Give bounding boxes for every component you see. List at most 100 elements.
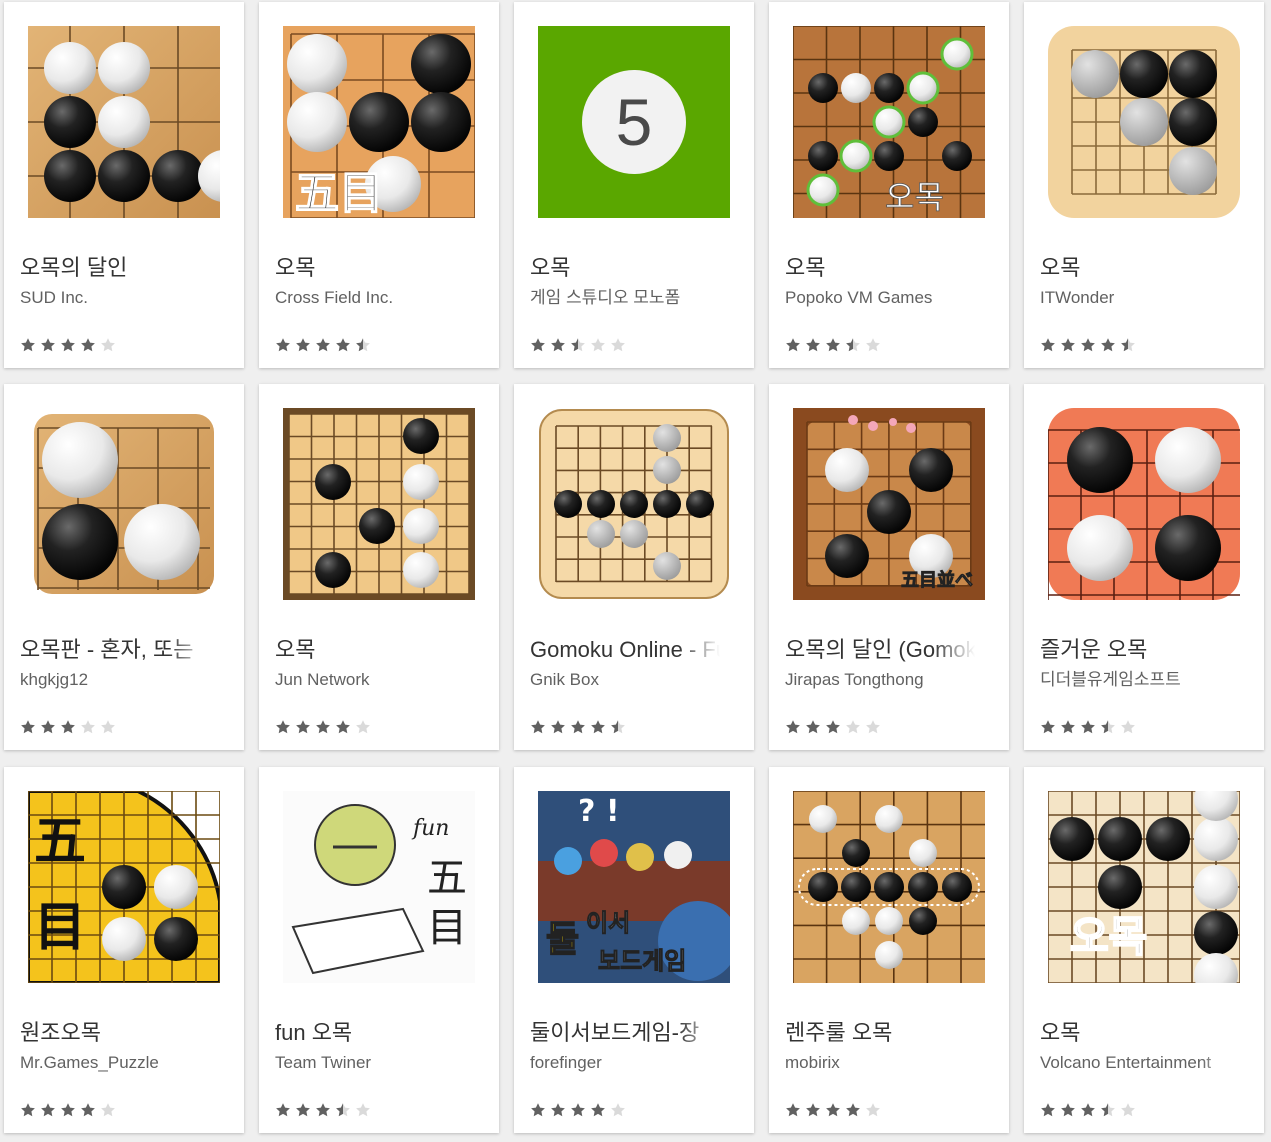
star-icon bbox=[550, 1102, 566, 1122]
app-title[interactable]: 오목의 달인 bbox=[20, 254, 210, 282]
star-icon bbox=[100, 337, 116, 357]
star-icon bbox=[80, 1102, 96, 1122]
star-icon bbox=[805, 337, 821, 357]
app-card[interactable]: 五目 오목 Cross Field Inc. bbox=[259, 2, 499, 368]
star-rating bbox=[275, 337, 371, 357]
star-rating bbox=[785, 719, 881, 739]
omok-board-korean-label-icon[interactable]: 오목 bbox=[793, 26, 985, 218]
app-developer[interactable]: Popoko VM Games bbox=[785, 287, 985, 309]
app-card[interactable]: 오목 오목 Popoko VM Games bbox=[769, 2, 1009, 368]
app-card[interactable]: 오목 오목 Volcano Entertainment bbox=[1024, 767, 1264, 1133]
app-developer[interactable]: 게임 스튜디오 모노폼 bbox=[530, 287, 730, 309]
app-title[interactable]: 오목판 - 혼자, 또는 bbox=[20, 636, 210, 664]
app-card[interactable]: Gomoku Online - Fu Gnik Box bbox=[514, 384, 754, 750]
app-card[interactable]: fun 五 目 fun 오목 Team Twiner bbox=[259, 767, 499, 1133]
app-card[interactable]: 五目並べ 오목의 달인 (Gomok Jirapas Tongthong bbox=[769, 384, 1009, 750]
app-title[interactable]: 오목의 달인 (Gomok bbox=[785, 636, 975, 664]
app-card[interactable]: 五 目 원조오목 Mr.Games_Puzzle bbox=[4, 767, 244, 1133]
star-icon bbox=[355, 337, 371, 357]
star-icon bbox=[1080, 719, 1096, 739]
svg-text:보드게임: 보드게임 bbox=[598, 947, 686, 975]
star-icon bbox=[785, 719, 801, 739]
app-developer[interactable]: mobirix bbox=[785, 1052, 985, 1074]
star-icon bbox=[355, 719, 371, 739]
hand-drawn-gomoku-icon[interactable]: fun 五 目 bbox=[283, 791, 475, 983]
star-rating bbox=[530, 1102, 626, 1122]
star-rating bbox=[20, 337, 116, 357]
orange-board-four-stones-icon[interactable] bbox=[1048, 408, 1240, 600]
app-title[interactable]: 오목 bbox=[275, 636, 465, 664]
big-stones-board-icon[interactable] bbox=[28, 408, 220, 600]
star-icon bbox=[1080, 1102, 1096, 1122]
star-icon bbox=[1120, 719, 1136, 739]
app-card[interactable]: 오목 ITWonder bbox=[1024, 2, 1264, 368]
app-card[interactable]: 오목의 달인 SUD Inc. bbox=[4, 2, 244, 368]
app-title[interactable]: 원조오목 bbox=[20, 1019, 210, 1047]
app-title[interactable]: 오목 bbox=[1040, 1019, 1230, 1047]
app-title[interactable]: 오목 bbox=[275, 254, 465, 282]
app-developer[interactable]: Gnik Box bbox=[530, 669, 730, 691]
app-title[interactable]: 오목 bbox=[785, 254, 975, 282]
app-developer[interactable]: Team Twiner bbox=[275, 1052, 475, 1074]
app-developer[interactable]: 디더블유게임소프트 bbox=[1040, 669, 1240, 691]
board-game-pieces-icon[interactable]: ? ! 둘 이서 보드게임 bbox=[538, 791, 730, 983]
app-card[interactable]: 즐거운 오목디더블유게임소프트 bbox=[1024, 384, 1264, 750]
star-icon bbox=[825, 1102, 841, 1122]
app-title[interactable]: Gomoku Online - Fu bbox=[530, 636, 720, 664]
app-developer[interactable]: khgkjg12 bbox=[20, 669, 220, 691]
app-title[interactable]: 오목 bbox=[1040, 254, 1230, 282]
app-developer[interactable]: Cross Field Inc. bbox=[275, 287, 475, 309]
star-icon bbox=[590, 719, 606, 739]
app-title[interactable]: 오목 bbox=[530, 254, 720, 282]
yellow-quarter-board-kanji-icon[interactable]: 五 目 bbox=[28, 791, 220, 983]
app-developer[interactable]: SUD Inc. bbox=[20, 287, 220, 309]
star-icon bbox=[295, 337, 311, 357]
app-card[interactable]: 5 오목게임 스튜디오 모노폼 bbox=[514, 2, 754, 368]
go-board-closeup-icon[interactable] bbox=[28, 26, 220, 218]
cream-board-omok-label-icon[interactable]: 오목 bbox=[1048, 791, 1240, 983]
app-title[interactable]: 둘이서보드게임-장 bbox=[530, 1019, 720, 1047]
app-developer[interactable]: Mr.Games_Puzzle bbox=[20, 1052, 220, 1074]
star-icon bbox=[80, 719, 96, 739]
star-icon bbox=[1040, 1102, 1056, 1122]
star-icon bbox=[865, 1102, 881, 1122]
star-icon bbox=[40, 1102, 56, 1122]
star-icon bbox=[530, 719, 546, 739]
app-developer[interactable]: ITWonder bbox=[1040, 287, 1240, 309]
app-developer[interactable]: forefinger bbox=[530, 1052, 730, 1074]
star-icon bbox=[825, 719, 841, 739]
app-developer[interactable]: Jun Network bbox=[275, 669, 475, 691]
star-rating bbox=[1040, 1102, 1136, 1122]
star-icon bbox=[590, 337, 606, 357]
gomoku-kanji-stones-icon[interactable]: 五目 bbox=[283, 26, 475, 218]
grey-black-stones-icon[interactable] bbox=[1048, 26, 1240, 218]
framed-go-board-icon[interactable] bbox=[283, 408, 475, 600]
green-number-five-icon[interactable]: 5 bbox=[538, 26, 730, 218]
star-rating bbox=[785, 337, 881, 357]
star-icon bbox=[825, 337, 841, 357]
app-title[interactable]: 렌주룰 오목 bbox=[785, 1019, 975, 1047]
star-icon bbox=[530, 337, 546, 357]
app-developer[interactable]: Jirapas Tongthong bbox=[785, 669, 985, 691]
app-card[interactable]: 렌주룰 오목 mobirix bbox=[769, 767, 1009, 1133]
app-developer[interactable]: Volcano Entertainment bbox=[1040, 1052, 1240, 1074]
star-icon bbox=[40, 719, 56, 739]
star-icon bbox=[60, 337, 76, 357]
star-icon bbox=[805, 1102, 821, 1122]
renju-board-row-icon[interactable] bbox=[793, 791, 985, 983]
star-icon bbox=[610, 719, 626, 739]
app-card[interactable]: ? ! 둘 이서 보드게임둘이서보드게임-장 forefinger bbox=[514, 767, 754, 1133]
star-icon bbox=[550, 719, 566, 739]
cherry-blossom-board-icon[interactable]: 五目並べ bbox=[793, 408, 985, 600]
star-rating bbox=[20, 1102, 116, 1122]
app-card[interactable]: 오목판 - 혼자, 또는 khgkjg12 bbox=[4, 384, 244, 750]
star-icon bbox=[845, 337, 861, 357]
svg-text:目: 目 bbox=[427, 905, 467, 951]
star-icon bbox=[1100, 337, 1116, 357]
app-title[interactable]: 즐거운 오목 bbox=[1040, 636, 1230, 664]
app-title[interactable]: fun 오목 bbox=[275, 1019, 465, 1047]
svg-text:五目: 五目 bbox=[295, 168, 383, 218]
star-rating bbox=[1040, 719, 1136, 739]
stones-row-board-icon[interactable] bbox=[538, 408, 730, 600]
app-card[interactable]: 오목 Jun Network bbox=[259, 384, 499, 750]
